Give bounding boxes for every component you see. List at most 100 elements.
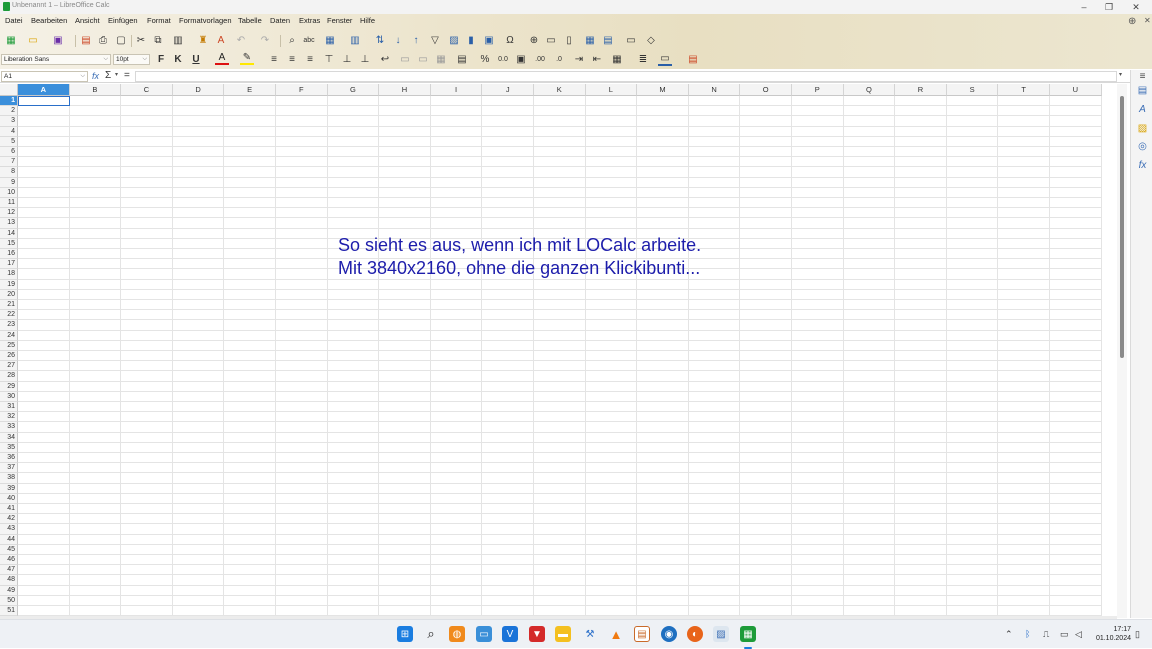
row-header[interactable]: 6 [0,147,18,158]
delete-decimal-icon[interactable]: .0 [552,53,566,66]
row-header[interactable]: 45 [0,544,18,555]
row-header[interactable]: 48 [0,575,18,586]
percent-format-button[interactable]: % [478,53,492,66]
row-header[interactable]: 24 [0,330,18,341]
row-header[interactable]: 9 [0,177,18,188]
system-clock[interactable]: 17:17 01.10.2024 [1093,625,1131,643]
show-draw-functions-icon[interactable]: ◇ [644,34,658,47]
column-header[interactable]: G [327,84,380,96]
italic-button[interactable]: K [171,53,185,66]
cut-icon[interactable]: ✂ [134,34,148,47]
border-color-icon[interactable]: ▭ [658,53,672,66]
row-header[interactable]: 25 [0,340,18,351]
bold-button[interactable]: F [154,53,168,66]
function-wizard-icon[interactable]: fx [92,71,99,81]
column-header[interactable]: F [276,84,328,96]
row-header[interactable]: 1 [0,96,18,107]
restore-button[interactable]: ❐ [1102,1,1116,13]
close-document-icon[interactable]: ✕ [1144,16,1151,25]
row-header[interactable]: 12 [0,208,18,219]
column-header[interactable]: M [637,84,689,96]
clone-formatting-icon[interactable]: ♜ [196,34,210,47]
scrollbar-thumb[interactable] [1120,96,1124,358]
app-document-icon[interactable]: ▤ [634,626,650,642]
menu-daten[interactable]: Daten [270,16,290,25]
conditional-format-icon[interactable]: ▤ [686,53,700,66]
column-header[interactable]: A [18,84,70,96]
column-icon[interactable]: ▥ [348,34,362,47]
column-header[interactable]: T [998,84,1050,96]
hyperlink-icon[interactable]: ⊕ [527,34,541,47]
app-red-icon[interactable]: ▼ [529,626,545,642]
row-header[interactable]: 4 [0,126,18,137]
row-header[interactable]: 17 [0,259,18,270]
minimize-button[interactable]: – [1077,1,1091,13]
highlight-color-icon[interactable]: ✎ [240,52,254,65]
properties-icon[interactable]: ▤ [1136,84,1149,97]
formula-equals-icon[interactable]: = [124,70,130,81]
special-character-icon[interactable]: Ω [503,34,517,47]
currency-format-icon[interactable]: ▤ [455,53,469,66]
define-print-area-icon[interactable]: ▦ [583,34,597,47]
formula-input[interactable] [135,71,1117,82]
row-header[interactable]: 37 [0,463,18,474]
borders-icon[interactable]: ▦ [610,53,624,66]
sort-icon[interactable]: ⇅ [373,34,387,47]
menu-fenster[interactable]: Fenster [327,16,352,25]
column-header[interactable]: E [224,84,276,96]
row-header[interactable]: 20 [0,289,18,300]
thunderbird-icon[interactable]: ◉ [661,626,677,642]
bluetooth-icon[interactable]: ᛒ [1025,629,1030,639]
menu-tabelle[interactable]: Tabelle [238,16,262,25]
row-header[interactable]: 11 [0,198,18,209]
notification-icon[interactable]: ▯ [1135,629,1140,640]
headers-footers-icon[interactable]: ▯ [562,34,576,47]
row-header[interactable]: 30 [0,391,18,402]
select-all-corner[interactable] [0,84,18,96]
menu-ansicht[interactable]: Ansicht [75,16,100,25]
row-header[interactable]: 5 [0,136,18,147]
align-left-icon[interactable]: ≡ [267,53,281,66]
menu-extras[interactable]: Extras [299,16,320,25]
row-header[interactable]: 23 [0,320,18,331]
column-header[interactable]: U [1050,84,1102,96]
number-format-button[interactable]: 0.0 [496,53,510,66]
menu-datei[interactable]: Datei [5,16,23,25]
clear-formatting-icon[interactable]: A [214,34,228,47]
comment-icon[interactable]: ▭ [544,34,558,47]
underline-button[interactable]: U [189,53,203,66]
column-header[interactable]: C [121,84,173,96]
row-header[interactable]: 44 [0,534,18,545]
redo-icon[interactable]: ↷ [258,34,272,47]
network-icon[interactable]: ▭ [1060,629,1069,640]
date-format-icon[interactable]: ▣ [514,53,528,66]
align-center-icon[interactable]: ≡ [285,53,299,66]
styles-icon[interactable]: A [1136,103,1149,116]
row-header[interactable]: 46 [0,555,18,566]
row-header[interactable]: 3 [0,116,18,127]
paste-icon[interactable]: ▥ [171,34,185,47]
expand-formula-icon[interactable]: ▾ [1119,71,1122,78]
row-header[interactable]: 51 [0,606,18,616]
font-name-combo[interactable]: Liberation Sans ⌵ [1,54,111,65]
unmerge-cells-icon[interactable]: ▦ [434,53,448,66]
column-header[interactable]: J [482,84,534,96]
search-icon[interactable]: ⌕ [423,626,439,642]
row-header[interactable]: 18 [0,269,18,280]
row-header[interactable]: 22 [0,310,18,321]
align-bottom-icon[interactable]: ⊥ [358,53,372,66]
row-header[interactable]: 28 [0,371,18,382]
row-header[interactable]: 15 [0,238,18,249]
merge-center-icon[interactable]: ▭ [398,53,412,66]
close-button[interactable]: ✕ [1129,1,1143,13]
column-header[interactable]: N [688,84,741,96]
menu-formatvorlagen[interactable]: Formatvorlagen [179,16,232,25]
column-header[interactable]: H [379,84,431,96]
globe-icon[interactable]: ⊕ [1128,16,1136,27]
column-header[interactable]: P [792,84,844,96]
sort-ascending-icon[interactable]: ↓ [391,34,405,47]
increase-indent-icon[interactable]: ⇥ [572,53,586,66]
insert-chart-icon[interactable]: ▮ [464,34,478,47]
print-icon[interactable]: ⎙ [96,34,110,47]
row-header[interactable]: 16 [0,249,18,260]
